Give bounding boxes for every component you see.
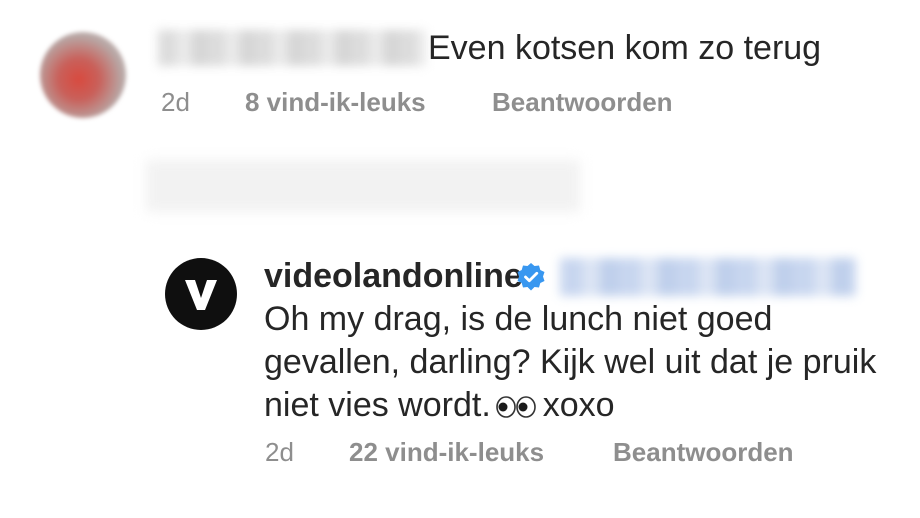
comment-time: 2d: [161, 87, 190, 117]
commenter-username-redacted[interactable]: [158, 30, 426, 66]
mention-redacted[interactable]: [560, 258, 856, 296]
reply-likes-link[interactable]: 22 vind-ik-leuks: [349, 437, 544, 467]
verified-badge-icon: [517, 263, 545, 291]
comment-reply-button[interactable]: Beantwoorden: [492, 87, 673, 117]
reply-reply-button[interactable]: Beantwoorden: [613, 437, 794, 467]
comment-meta: 2d 8 vind-ik-leuks Beantwoorden: [161, 87, 673, 117]
reply-line: Oh my drag, is de lunch niet goed: [264, 300, 773, 338]
eyes-emoji-icon: [495, 396, 536, 418]
reply-line: niet vies wordt.: [264, 386, 491, 424]
videoland-avatar[interactable]: [165, 258, 237, 330]
comment-likes-link[interactable]: 8 vind-ik-leuks: [245, 87, 426, 117]
reply-username[interactable]: videolandonline: [264, 256, 523, 296]
reply-line: gevallen, darling? Kijk wel uit dat je p…: [264, 343, 877, 381]
reply-line-last: niet vies wordt. xoxo: [264, 384, 904, 427]
videoland-logo-icon: [185, 280, 217, 310]
comment-text: Even kotsen kom zo terug: [428, 29, 822, 67]
reply-time: 2d: [265, 437, 294, 467]
redacted-band: [146, 160, 580, 212]
commenter-avatar[interactable]: [40, 32, 126, 118]
reply-text: Oh my drag, is de lunch niet goed gevall…: [264, 298, 904, 427]
reply-meta: 2d 22 vind-ik-leuks Beantwoorden: [265, 437, 794, 467]
reply-tail: xoxo: [542, 386, 615, 424]
